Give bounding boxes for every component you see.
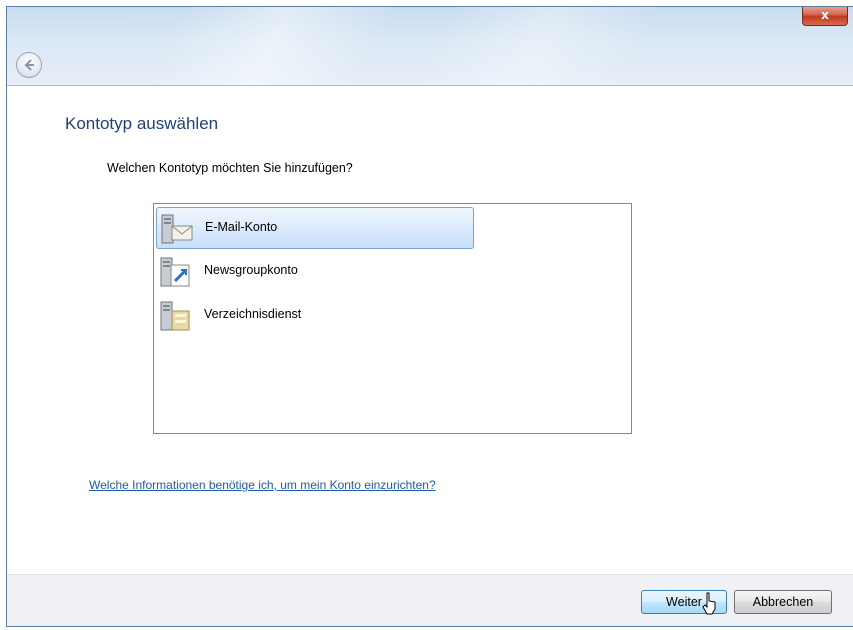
- account-type-list[interactable]: E-Mail-Konto Newsgroupkonto Verzeichnisd…: [153, 203, 632, 434]
- list-item-label: E-Mail-Konto: [205, 220, 278, 234]
- back-arrow-icon: [24, 59, 34, 71]
- cancel-button[interactable]: Abbrechen: [734, 590, 832, 614]
- dialog-window: x Kontotyp auswählen Welchen Kontotyp mö…: [6, 6, 853, 627]
- question-label: Welchen Kontotyp möchten Sie hinzufügen?: [107, 161, 353, 175]
- help-link[interactable]: Welche Informationen benötige ich, um me…: [89, 478, 436, 492]
- list-item-label: Verzeichnisdienst: [204, 307, 302, 321]
- list-item-email-account[interactable]: E-Mail-Konto: [156, 207, 474, 249]
- list-item-label: Newsgroupkonto: [204, 263, 298, 277]
- email-account-icon: [161, 214, 193, 244]
- list-item-newsgroup-account[interactable]: Newsgroupkonto: [156, 251, 474, 293]
- page-title: Kontotyp auswählen: [65, 114, 219, 133]
- newsgroup-account-icon: [160, 257, 190, 287]
- dialog-content: Kontotyp auswählen Welchen Kontotyp möch…: [7, 86, 853, 577]
- list-item-directory-service[interactable]: Verzeichnisdienst: [156, 295, 474, 337]
- close-button[interactable]: x: [802, 7, 848, 26]
- directory-service-icon: [160, 301, 190, 331]
- mouse-cursor-icon: [702, 592, 716, 615]
- back-button[interactable]: [16, 52, 42, 78]
- button-bar: Weiter Abbrechen: [7, 574, 853, 626]
- title-bar: x: [7, 7, 853, 86]
